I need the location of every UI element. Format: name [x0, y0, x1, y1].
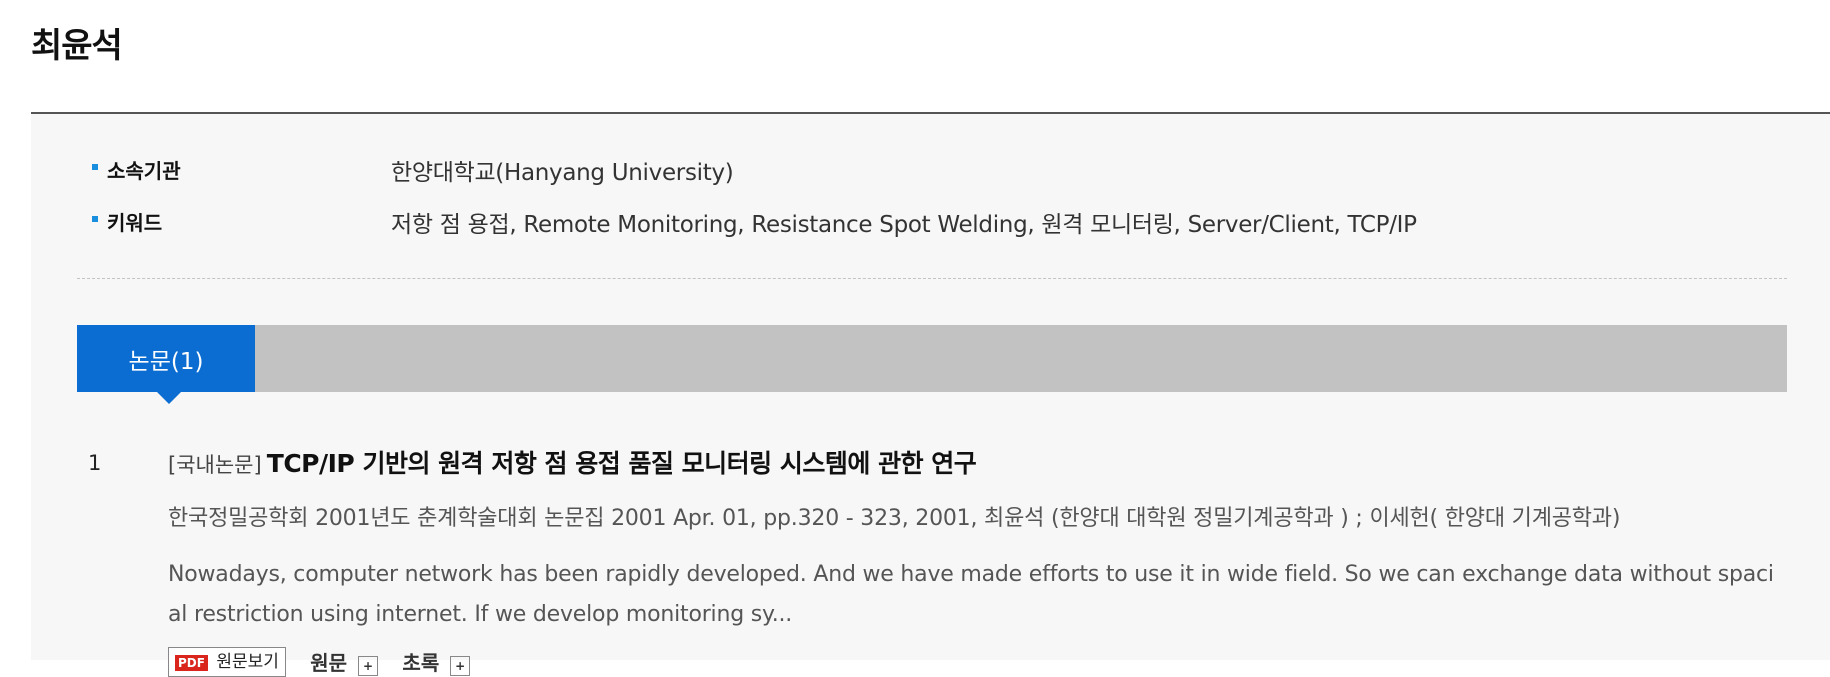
bullet-icon [92, 164, 98, 170]
abstract-toggle-label: 원문 [310, 651, 348, 675]
affiliation-value: 한양대학교(Hanyang University) [391, 160, 734, 186]
plus-icon: + [450, 656, 471, 676]
result-meta: 한국정밀공학회 2001년도 춘계학술대회 논문집 2001 Apr. 01, … [168, 506, 1621, 531]
affiliation-label: 소속기관 [107, 159, 181, 183]
toc-toggle[interactable]: 초록 + [402, 647, 471, 676]
keywords-label: 키워드 [107, 211, 163, 235]
view-fulltext-label: 원문보기 [216, 652, 279, 672]
page-title: 최윤석 [31, 26, 123, 66]
tab-bar: 논문(1) [77, 325, 1787, 392]
keywords-value: 저항 점 용접, Remote Monitoring, Resistance S… [391, 212, 1417, 238]
result-abstract: Nowadays, computer network has been rapi… [168, 562, 1774, 627]
pdf-icon: PDF [175, 655, 208, 671]
tab-papers[interactable]: 논문(1) [77, 325, 255, 392]
result-title-link[interactable]: TCP/IP 기반의 원격 저항 점 용접 품질 모니터링 시스템에 관한 연구 [267, 449, 977, 478]
plus-icon: + [358, 656, 379, 676]
tab-papers-label: 논문(1) [128, 348, 204, 375]
result-number: 1 [88, 451, 102, 475]
bullet-icon [92, 216, 98, 222]
result-type-badge: [국내논문] [168, 453, 262, 477]
result-title-row: [국내논문] TCP/IP 기반의 원격 저항 점 용접 품질 모니터링 시스템… [168, 444, 977, 480]
view-fulltext-button[interactable]: PDF 원문보기 [168, 647, 286, 677]
result-actions: PDF 원문보기 원문 + 초록 + [168, 647, 471, 677]
toc-toggle-label: 초록 [402, 651, 440, 675]
abstract-toggle[interactable]: 원문 + [310, 647, 379, 676]
section-divider [77, 278, 1787, 279]
active-tab-pointer-icon [157, 392, 181, 404]
